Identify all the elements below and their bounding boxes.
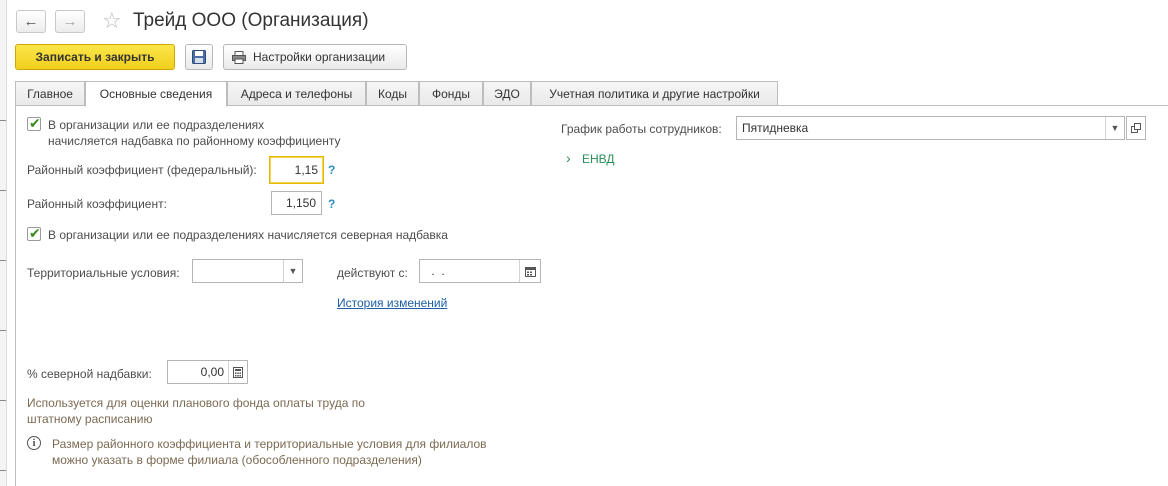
arrow-right-icon: → — [62, 13, 78, 30]
tab-label: Коды — [377, 86, 408, 101]
info-icon: i — [27, 436, 41, 450]
arrow-left-icon: ← — [23, 13, 39, 30]
envd-group-header[interactable]: ЕНВД — [582, 152, 615, 166]
save-and-close-label: Записать и закрыть — [35, 50, 155, 64]
tab-edo[interactable]: ЭДО — [483, 81, 531, 106]
tab-basic-info[interactable]: Основные сведения — [85, 81, 227, 107]
printer-icon — [232, 50, 246, 64]
regional-bonus-label-line1: В организации или ее подразделениях — [48, 118, 265, 132]
tab-codes[interactable]: Коды — [366, 81, 419, 106]
dropdown-arrow-icon[interactable]: ▼ — [1105, 117, 1124, 139]
northern-percent-label: % северной надбавки: — [27, 367, 152, 381]
regional-coef-federal-help-icon[interactable]: ? — [328, 163, 335, 177]
effective-from-date-input[interactable]: . . — [419, 259, 541, 283]
tab-label: Главное — [27, 86, 73, 101]
history-of-changes-link[interactable]: История изменений — [337, 296, 447, 310]
regional-coef-label: Районный коэффициент: — [27, 197, 167, 211]
checkmark-icon: ✔ — [29, 115, 41, 131]
save-button[interactable] — [185, 44, 213, 70]
regional-bonus-checkbox[interactable]: ✔ — [27, 115, 41, 131]
northern-bonus-label: В организации или ее подразделениях начи… — [48, 228, 448, 242]
page-title: Трейд ООО (Организация) — [133, 10, 369, 31]
work-schedule-select[interactable]: Пятидневка ▼ — [736, 116, 1125, 140]
tab-label: Учетная политика и другие настройки — [549, 86, 760, 101]
tab-label: ЭДО — [494, 86, 520, 101]
regional-bonus-label-line2: начисляется надбавка по районному коэффи… — [48, 134, 341, 148]
save-and-close-button[interactable]: Записать и закрыть — [15, 44, 175, 70]
left-panel-edge — [0, 0, 7, 486]
northern-percent-input[interactable]: 0,00 — [167, 360, 248, 384]
tab-addresses-phones[interactable]: Адреса и телефоны — [227, 81, 366, 106]
work-schedule-value: Пятидневка — [742, 121, 809, 135]
back-button[interactable]: ← — [16, 10, 46, 33]
forward-button[interactable]: → — [55, 10, 85, 33]
tab-accounting-policy[interactable]: Учетная политика и другие настройки — [531, 81, 778, 106]
tab-label: Основные сведения — [99, 87, 213, 101]
planned-fund-note-line1: Используется для оценки планового фонда … — [27, 396, 365, 410]
regional-coef-value: 1,150 — [285, 196, 316, 210]
calculator-icon[interactable] — [228, 361, 247, 383]
checkmark-icon: ✔ — [29, 225, 41, 241]
northern-percent-value: 0,00 — [200, 365, 224, 379]
floppy-disk-icon — [192, 50, 206, 64]
branch-info-note-line2: можно указать в форме филиала (обособлен… — [52, 453, 422, 467]
effective-from-label: действуют с: — [337, 266, 408, 280]
tab-main[interactable]: Главное — [15, 81, 85, 106]
tab-funds[interactable]: Фонды — [419, 81, 483, 106]
organization-settings-button[interactable]: Настройки организации — [223, 44, 407, 70]
organization-settings-label: Настройки организации — [253, 50, 386, 64]
effective-from-value: . . — [428, 264, 445, 278]
planned-fund-note-line2: штатному расписанию — [27, 412, 153, 426]
calendar-icon[interactable] — [519, 260, 540, 282]
territorial-conditions-label: Территориальные условия: — [27, 266, 180, 280]
favorite-star-icon[interactable]: ☆ — [102, 7, 122, 35]
territorial-conditions-select[interactable]: ▼ — [192, 259, 303, 283]
regional-coef-federal-value: 1,15 — [294, 163, 318, 177]
regional-coef-federal-input[interactable]: 1,15 — [269, 156, 324, 184]
open-schedule-button[interactable] — [1126, 116, 1146, 140]
regional-coef-federal-label: Районный коэффициент (федеральный): — [27, 163, 257, 177]
work-schedule-label: График работы сотрудников: — [561, 122, 722, 136]
regional-coef-input[interactable]: 1,150 — [271, 191, 322, 215]
branch-info-note-line1: Размер районного коэффициента и территор… — [52, 437, 487, 451]
open-in-window-icon — [1131, 123, 1141, 133]
envd-chevron-icon[interactable]: › — [566, 151, 571, 165]
tab-label: Адреса и телефоны — [240, 86, 353, 101]
dropdown-arrow-icon[interactable]: ▼ — [283, 260, 302, 282]
northern-bonus-checkbox[interactable]: ✔ — [27, 225, 41, 241]
tab-label: Фонды — [431, 86, 471, 101]
regional-coef-help-icon[interactable]: ? — [328, 197, 335, 211]
